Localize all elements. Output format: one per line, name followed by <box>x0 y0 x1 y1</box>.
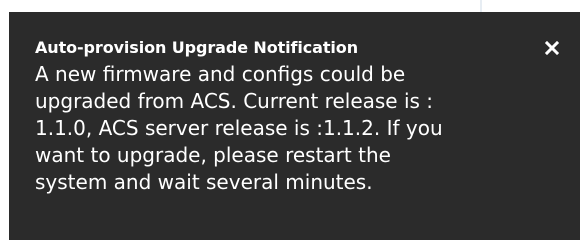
notification-message-line: upgraded from ACS. Current release is : <box>35 89 434 113</box>
upgrade-notification-panel: Auto-provision Upgrade Notification A ne… <box>9 12 580 240</box>
notification-title: Auto-provision Upgrade Notification <box>35 38 358 57</box>
notification-message-line: system and wait several minutes. <box>35 170 373 194</box>
notification-message-line: A new firmware and configs could be <box>35 62 406 86</box>
notification-message-line: 1.1.0, ACS server release is :1.1.2. If … <box>35 116 443 140</box>
close-icon <box>545 41 559 55</box>
close-button[interactable] <box>541 37 563 59</box>
background-divider <box>480 0 482 12</box>
notification-message: A new firmware and configs could be upgr… <box>35 61 555 196</box>
notification-message-line: want to upgrade, please restart the <box>35 143 391 167</box>
